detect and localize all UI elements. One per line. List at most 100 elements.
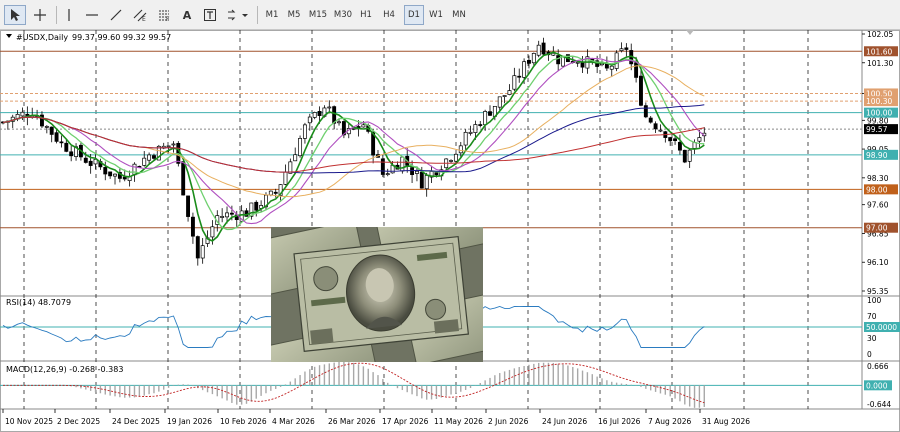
candle-body (132, 163, 137, 176)
vertical-line-icon[interactable] (60, 5, 78, 25)
candle-body (54, 132, 59, 142)
crosshair-icon[interactable] (29, 5, 51, 25)
candle-body (195, 236, 200, 259)
candle-body (453, 153, 458, 162)
timeframe-h1[interactable]: H1 (356, 5, 376, 25)
timeframe-m5[interactable]: M5 (284, 5, 304, 25)
moving-average-line (2, 116, 705, 173)
date-tick-label: 24 Jun 2026 (542, 417, 587, 426)
candle-body (483, 111, 488, 126)
candle-body (268, 190, 273, 196)
candle-body (478, 124, 483, 126)
price-tag-label: 100.30 (866, 97, 892, 106)
candle-body (273, 191, 278, 194)
trendline-icon[interactable] (106, 5, 126, 25)
price-tick-label: 101.30 (867, 59, 893, 68)
svg-text:E: E (142, 16, 146, 22)
candle-body (648, 117, 653, 123)
candle-body (83, 157, 88, 163)
candle-body (424, 175, 429, 190)
collapse-arrow-icon (6, 34, 12, 38)
candle-body (527, 59, 531, 64)
candle-body (302, 124, 307, 139)
price-tag-label: 98.00 (866, 185, 888, 194)
candle-body (624, 47, 629, 50)
rsi-tick-label: 0 (867, 350, 872, 359)
timeframe-h4[interactable]: H4 (378, 5, 400, 25)
timeframe-w1[interactable]: W1 (426, 5, 446, 25)
candle-body (507, 90, 512, 95)
candle-body (687, 149, 692, 162)
candle-body (69, 151, 74, 157)
price-tick-label: 102.05 (867, 30, 893, 39)
candle-body (298, 138, 303, 157)
text-tool-icon[interactable]: A (178, 5, 196, 25)
rsi-tick-label: 70 (867, 312, 877, 321)
candle-body (643, 105, 648, 118)
price-tick-label: 99.80 (867, 116, 889, 125)
text-label-icon[interactable] (200, 5, 220, 25)
candle-body (64, 142, 69, 152)
candle-body (522, 61, 527, 78)
candle-body (468, 131, 473, 134)
candle-body (229, 212, 234, 215)
price-tag-label: 99.57 (866, 125, 888, 134)
date-tick-label: 19 Jan 2026 (167, 417, 212, 426)
candle-body (502, 95, 507, 97)
candle-body (142, 157, 147, 166)
timeframe-d1[interactable]: D1 (404, 5, 424, 25)
candle-body (658, 129, 663, 132)
rsi-tick-label: 30 (867, 334, 877, 343)
rsi-title: RSI(14) 48.7079 (6, 298, 71, 307)
date-tick-label: 17 Apr 2026 (382, 417, 429, 426)
fibonacci-tool-icon[interactable]: F (154, 5, 174, 25)
candle-body (351, 128, 356, 130)
candle-body (556, 55, 561, 65)
candle-body (20, 111, 25, 117)
candle-body (385, 173, 390, 175)
candle-body (410, 167, 415, 175)
candle-body (488, 111, 492, 116)
timeframe-m1[interactable]: M1 (262, 5, 282, 25)
candle-body (88, 160, 93, 166)
candle-body (220, 216, 225, 218)
candle-body (517, 75, 522, 78)
arrows-dropdown-icon[interactable] (224, 5, 252, 25)
timeframe-m15[interactable]: M15 (306, 5, 330, 25)
cursor-tool-icon[interactable] (4, 5, 26, 25)
candle-body (49, 126, 54, 135)
timeframe-m30[interactable]: M30 (332, 5, 354, 25)
horizontal-line-icon[interactable] (82, 5, 102, 25)
candle-body (171, 143, 176, 146)
candle-body (181, 161, 186, 196)
macd-zero-tag: 0.000 (866, 381, 888, 390)
candle-body (210, 226, 215, 238)
macd-title: MACD(12,26,9) -0.268 -0.383 (6, 365, 123, 374)
candle-body (415, 170, 419, 174)
price-tag-label: 97.00 (866, 224, 888, 233)
moving-average-line (2, 104, 705, 174)
candle-body (312, 112, 317, 118)
candle-body (434, 172, 439, 176)
svg-text:F: F (166, 16, 170, 22)
moving-average-line (2, 51, 705, 242)
candle-body (254, 201, 259, 211)
candle-body (634, 62, 639, 78)
date-tick-label: 10 Feb 2026 (220, 417, 267, 426)
date-tick-label: 11 May 2026 (434, 417, 483, 426)
candle-body (463, 131, 468, 146)
moving-average-line (2, 65, 705, 198)
candle-body (147, 154, 152, 161)
chart-ohlc-values: 99.37 99.60 99.32 99.57 (72, 33, 171, 42)
candle-body (307, 116, 312, 124)
candle-body (536, 44, 541, 56)
date-tick-label: 31 Aug 2026 (702, 417, 750, 426)
price-tick-label: 97.60 (867, 201, 889, 210)
macd-tick-label: -0.644 (867, 400, 891, 409)
date-tick-label: 7 Aug 2026 (648, 417, 691, 426)
candle-body (186, 195, 191, 217)
channel-tool-icon[interactable]: E (130, 5, 150, 25)
timeframe-mn[interactable]: MN (448, 5, 470, 25)
candle-body (614, 52, 619, 69)
date-tick-label: 24 Dec 2025 (112, 417, 160, 426)
